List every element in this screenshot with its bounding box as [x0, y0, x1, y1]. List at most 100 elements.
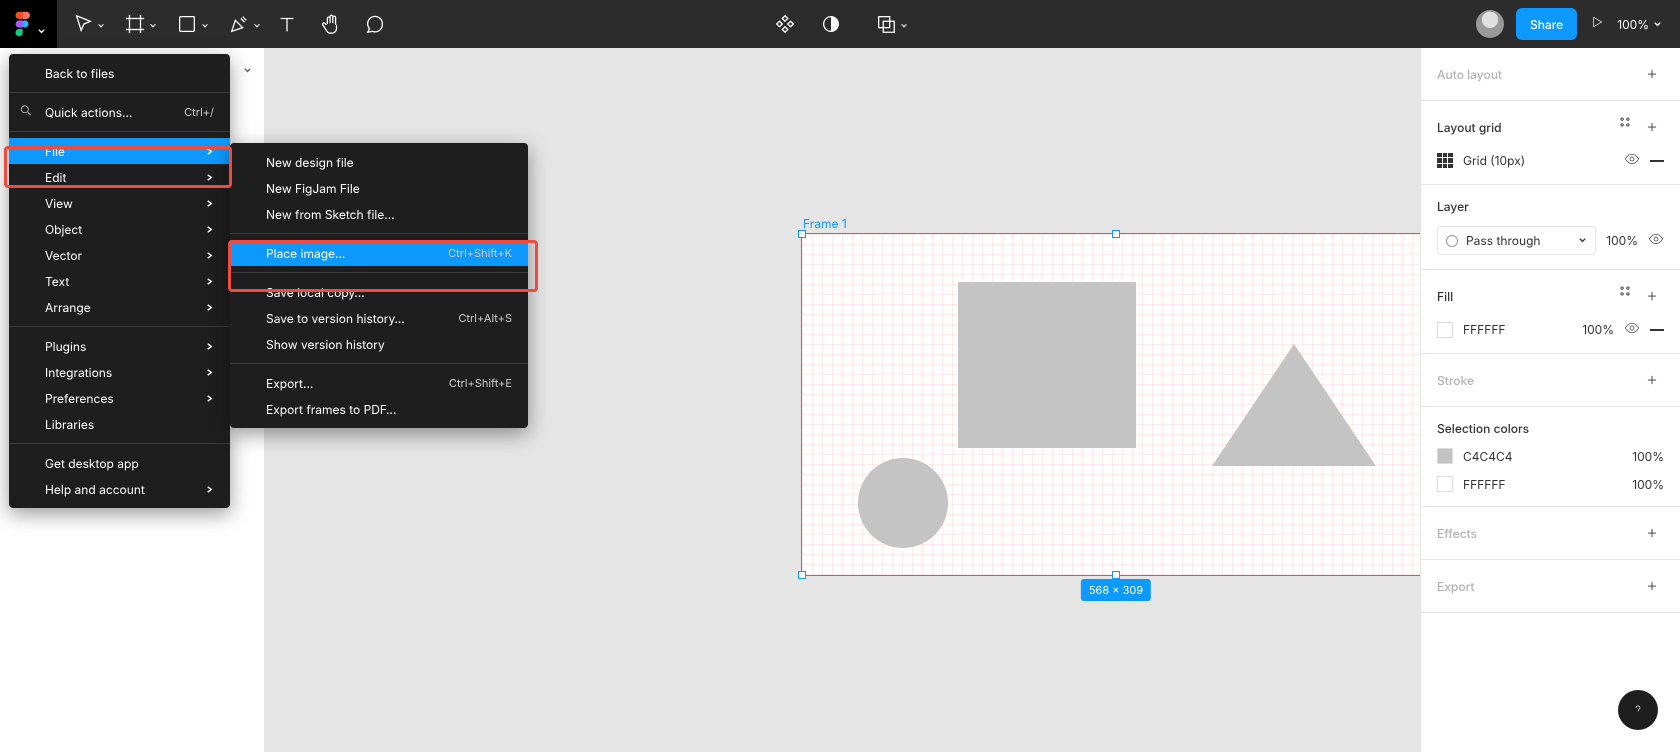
menu-edit[interactable]: Edit [9, 164, 230, 190]
present-button[interactable] [1589, 14, 1605, 34]
menu-place-image[interactable]: Place image…Ctrl+Shift+K [230, 240, 528, 266]
grid-value[interactable]: Grid (10px) [1463, 153, 1525, 168]
menu-vector[interactable]: Vector [9, 242, 230, 268]
menu-show-version-history[interactable]: Show version history [230, 331, 528, 357]
menu-quick-actions[interactable]: Quick actions…Ctrl+/ [9, 99, 230, 125]
remove-grid-button[interactable] [1650, 160, 1664, 162]
menu-object[interactable]: Object [9, 216, 230, 242]
topbar-center [768, 0, 912, 48]
menu-back-to-files[interactable]: Back to files [9, 60, 230, 86]
frame-label[interactable]: Frame 1 [803, 216, 847, 231]
auto-layout-section: Auto layout [1421, 48, 1680, 101]
visibility-toggle[interactable] [1624, 151, 1640, 170]
menu-export-frames-pdf[interactable]: Export frames to PDF… [230, 396, 528, 422]
grid-styles-icon[interactable] [1618, 115, 1632, 139]
chevron-down-icon [1578, 233, 1587, 248]
blend-value: Pass through [1466, 233, 1541, 248]
frame-selection[interactable]: 568 × 309 [801, 233, 1420, 576]
fill-section: Fill FFFFFF 100% [1421, 270, 1680, 354]
sel-color-2[interactable]: FFFFFF [1463, 477, 1506, 492]
selection-colors-section: Selection colors C4C4C4 100% FFFFFF 100% [1421, 407, 1680, 507]
triangle-shape[interactable] [1212, 344, 1376, 466]
layer-opacity[interactable]: 100% [1606, 233, 1638, 248]
visibility-toggle[interactable] [1648, 231, 1664, 250]
avatar[interactable] [1476, 10, 1504, 38]
menu-integrations[interactable]: Integrations [9, 359, 230, 385]
export-title: Export [1437, 579, 1475, 594]
search-icon [19, 104, 33, 121]
add-export-button[interactable] [1640, 574, 1664, 598]
color-swatch[interactable] [1437, 448, 1453, 464]
export-section: Export [1421, 560, 1680, 613]
pen-tool[interactable] [213, 0, 265, 48]
resize-handle[interactable] [798, 230, 806, 238]
resize-handle[interactable] [1112, 571, 1120, 579]
text-tool[interactable] [265, 0, 309, 48]
menu-libraries[interactable]: Libraries [9, 411, 230, 437]
color-swatch[interactable] [1437, 476, 1453, 492]
topbar-right: Share 100% [1476, 8, 1680, 40]
shape-tool[interactable] [161, 0, 213, 48]
components-icon[interactable] [768, 0, 802, 48]
move-tool[interactable] [57, 0, 109, 48]
menu-file[interactable]: File [9, 138, 230, 164]
add-stroke-button[interactable] [1640, 368, 1664, 392]
main-menu-button[interactable] [0, 0, 57, 48]
menu-arrange[interactable]: Arrange [9, 294, 230, 320]
add-grid-button[interactable] [1640, 115, 1664, 139]
add-fill-button[interactable] [1640, 284, 1664, 308]
menu-plugins[interactable]: Plugins [9, 333, 230, 359]
chevron-down-icon [37, 20, 45, 28]
resize-handle[interactable] [1112, 230, 1120, 238]
sel-color-1-op[interactable]: 100% [1632, 449, 1664, 464]
auto-layout-title: Auto layout [1437, 67, 1502, 82]
menu-new-from-sketch[interactable]: New from Sketch file… [230, 201, 528, 227]
tool-group [57, 0, 397, 48]
menu-help[interactable]: Help and account [9, 476, 230, 502]
menu-preferences[interactable]: Preferences [9, 385, 230, 411]
visibility-toggle[interactable] [1624, 320, 1640, 339]
menu-new-figjam-file[interactable]: New FigJam File [230, 175, 528, 201]
menu-save-version-history[interactable]: Save to version history…Ctrl+Alt+S [230, 305, 528, 331]
frame-tool[interactable] [109, 0, 161, 48]
grid-type-icon[interactable] [1437, 153, 1453, 169]
file-submenu: New design file New FigJam File New from… [230, 143, 528, 428]
add-effect-button[interactable] [1640, 521, 1664, 545]
resize-handle[interactable] [798, 571, 806, 579]
effects-section: Effects [1421, 507, 1680, 560]
remove-fill-button[interactable] [1650, 329, 1664, 331]
rectangle-shape[interactable] [958, 282, 1136, 448]
blend-mode-select[interactable]: Pass through [1437, 226, 1596, 255]
menu-view[interactable]: View [9, 190, 230, 216]
add-auto-layout-button[interactable] [1640, 62, 1664, 86]
chevron-right-icon [205, 144, 214, 159]
chevron-down-icon[interactable] [243, 63, 252, 78]
mask-icon[interactable] [814, 0, 848, 48]
dimensions-badge: 568 × 309 [1081, 579, 1151, 601]
menu-new-design-file[interactable]: New design file [230, 149, 528, 175]
help-button[interactable] [1618, 690, 1658, 730]
stroke-title: Stroke [1437, 373, 1474, 388]
fill-hex[interactable]: FFFFFF [1463, 322, 1506, 337]
hand-tool[interactable] [309, 0, 353, 48]
sel-color-1[interactable]: C4C4C4 [1463, 449, 1513, 464]
stroke-section: Stroke [1421, 354, 1680, 407]
boolean-tool[interactable] [860, 0, 912, 48]
share-button[interactable]: Share [1516, 8, 1577, 40]
zoom-control[interactable]: 100% [1617, 17, 1662, 32]
fill-swatch[interactable] [1437, 322, 1453, 338]
fill-opacity[interactable]: 100% [1582, 322, 1614, 337]
menu-text[interactable]: Text [9, 268, 230, 294]
ellipse-shape[interactable] [858, 458, 948, 548]
sel-color-2-op[interactable]: 100% [1632, 477, 1664, 492]
layout-grid-title: Layout grid [1437, 120, 1502, 135]
menu-export[interactable]: Export…Ctrl+Shift+E [230, 370, 528, 396]
fill-styles-icon[interactable] [1618, 284, 1632, 308]
zoom-value: 100% [1617, 17, 1649, 32]
blend-icon [1446, 235, 1458, 247]
menu-save-local-copy[interactable]: Save local copy… [230, 279, 528, 305]
right-panel: Auto layout Layout grid Grid (10px) Laye… [1420, 48, 1680, 752]
comment-tool[interactable] [353, 0, 397, 48]
main-menu-dropdown: Back to files Quick actions…Ctrl+/ File … [9, 54, 230, 508]
menu-get-desktop[interactable]: Get desktop app [9, 450, 230, 476]
